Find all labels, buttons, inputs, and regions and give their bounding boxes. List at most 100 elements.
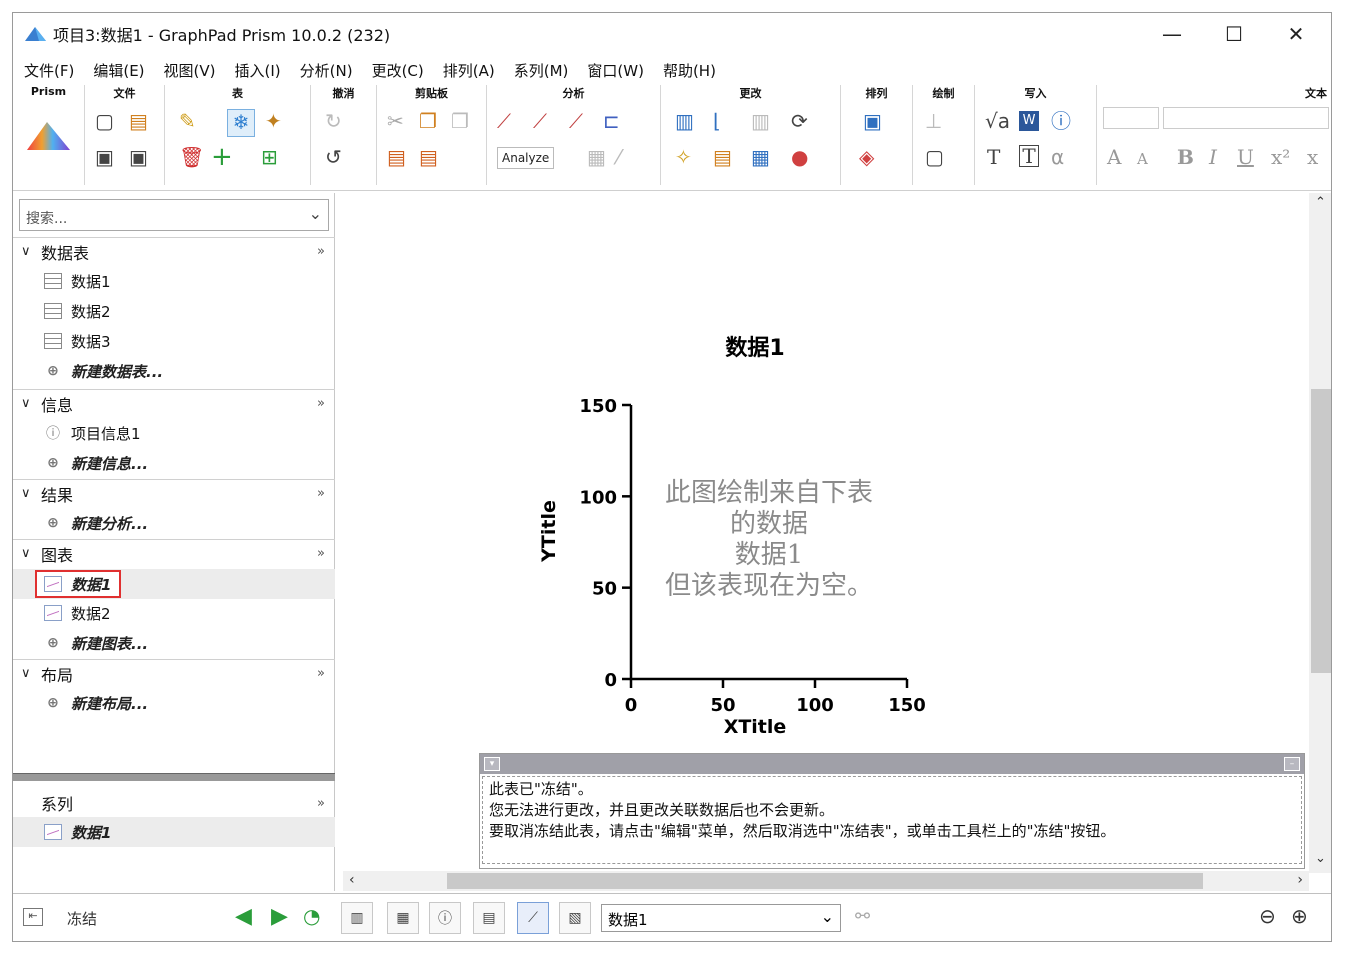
sheet-select[interactable]: 数据1 ⌄ xyxy=(601,904,841,932)
section-graphs[interactable]: ∨ 图表 » xyxy=(13,539,335,567)
section-info[interactable]: ∨ 信息 » xyxy=(13,389,335,417)
pane-splitter[interactable] xyxy=(13,773,335,781)
more-icon[interactable]: » xyxy=(317,546,325,561)
info-insert-icon[interactable]: ⓘ xyxy=(1051,109,1071,133)
menu-window[interactable]: 窗口(W) xyxy=(587,60,644,81)
line-draw-icon[interactable]: ⊥ xyxy=(925,109,942,133)
greek-icon[interactable]: α xyxy=(1051,145,1064,169)
chevron-down-icon[interactable]: ⌄ xyxy=(309,204,322,223)
menu-help[interactable]: 帮助(H) xyxy=(663,60,716,81)
font-grow-icon[interactable]: A xyxy=(1107,145,1121,169)
zoom-out-icon[interactable]: ⊖ xyxy=(1259,904,1276,928)
add-icon[interactable]: + xyxy=(211,144,233,170)
word-icon[interactable]: W xyxy=(1019,111,1039,131)
regression-icon[interactable]: ⟋ xyxy=(569,109,583,133)
undo-icon[interactable]: ↺ xyxy=(325,145,342,169)
copy-icon[interactable]: ❐ xyxy=(419,109,437,133)
color-scheme-icon[interactable]: ● xyxy=(791,145,808,169)
text-icon[interactable]: T xyxy=(987,145,1000,169)
scroll-right-icon[interactable]: › xyxy=(1297,872,1303,888)
more-icon[interactable]: » xyxy=(317,396,325,411)
open-file-icon[interactable]: ▤ xyxy=(129,109,148,133)
column-stats-icon[interactable]: ⊏ xyxy=(603,109,620,133)
xy-analysis-icon[interactable]: ⟋ xyxy=(497,109,511,133)
family-item-data1[interactable]: 数据1 xyxy=(43,818,111,846)
more-icon[interactable]: » xyxy=(317,666,325,681)
menu-edit[interactable]: 编辑(E) xyxy=(93,60,144,81)
bold-icon[interactable]: B xyxy=(1177,145,1194,169)
pin-icon[interactable]: ✦ xyxy=(265,109,282,133)
sheet-view-icon[interactable]: ▥ xyxy=(341,902,373,934)
menu-arrange[interactable]: 排列(A) xyxy=(443,60,495,81)
results-icon[interactable]: ▦ xyxy=(587,145,606,169)
nav-item-graph-data2[interactable]: 数据2 xyxy=(43,599,111,627)
align-icon[interactable]: ▣ xyxy=(863,109,882,133)
new-analysis-link[interactable]: ⊕ 新建分析... xyxy=(43,509,148,537)
more-icon[interactable]: » xyxy=(317,244,325,259)
nav-item-data3[interactable]: 数据3 xyxy=(43,327,111,355)
section-results[interactable]: ∨ 结果 » xyxy=(13,479,335,507)
paste-menu-icon[interactable]: ▤ xyxy=(419,145,438,169)
more-icon[interactable]: » xyxy=(317,486,325,501)
nav-item-data1[interactable]: 数据1 xyxy=(43,267,111,295)
nav-item-project-info[interactable]: ⓘ 项目信息1 xyxy=(43,419,141,447)
scroll-down-icon[interactable]: ⌄ xyxy=(1315,851,1326,866)
next-sheet-icon[interactable]: ▶ xyxy=(271,904,288,929)
nav-item-data2[interactable]: 数据2 xyxy=(43,297,111,325)
graph-type-icon[interactable]: ▦ xyxy=(751,145,770,169)
scroll-left-icon[interactable]: ‹ xyxy=(349,872,355,888)
format-axes-icon[interactable]: ⌊ xyxy=(713,109,721,133)
new-info-link[interactable]: ⊕ 新建信息... xyxy=(43,449,148,477)
underline-icon[interactable]: U xyxy=(1237,145,1254,169)
cut-icon[interactable]: ✂ xyxy=(387,109,404,133)
save-icon[interactable]: ▣ xyxy=(95,145,114,169)
magic-icon[interactable]: ✧ xyxy=(675,145,692,169)
menu-change[interactable]: 更改(C) xyxy=(372,60,424,81)
more-icon[interactable]: » xyxy=(317,796,325,811)
font-name-select[interactable] xyxy=(1163,107,1329,129)
text-box-icon[interactable]: T xyxy=(1019,145,1039,167)
results-view-icon[interactable]: ▤ xyxy=(473,902,505,934)
new-file-icon[interactable]: ▢ xyxy=(95,109,114,133)
minimize-button[interactable]: — xyxy=(1143,13,1201,55)
superscript-icon[interactable]: x² xyxy=(1271,145,1290,169)
prism-home-icon[interactable] xyxy=(27,121,71,151)
prev-sheet-icon[interactable]: ◀ xyxy=(235,904,252,929)
collapse-icon[interactable]: ∨ xyxy=(21,546,37,561)
menu-family[interactable]: 系列(M) xyxy=(514,60,569,81)
shape-icon[interactable]: ▢ xyxy=(925,145,944,169)
font-size-select[interactable] xyxy=(1103,107,1159,129)
horizontal-scrollbar[interactable]: ‹ › xyxy=(343,871,1309,891)
font-shrink-icon[interactable]: A xyxy=(1137,147,1148,171)
vertical-scroll-thumb[interactable] xyxy=(1311,389,1331,673)
data-table-view-icon[interactable]: ▦ xyxy=(387,902,419,934)
refresh-icon[interactable]: ⟳ xyxy=(791,109,808,133)
collapse-icon[interactable]: ∨ xyxy=(21,244,37,259)
chevron-down-icon[interactable]: ⌄ xyxy=(821,907,834,926)
paste-icon[interactable]: ▤ xyxy=(387,145,406,169)
format-graph-icon[interactable]: ▥ xyxy=(675,109,694,133)
layout-view-icon[interactable]: ▧ xyxy=(559,902,591,934)
close-button[interactable]: ✕ xyxy=(1267,13,1325,55)
graph-view-icon[interactable]: ⟋ xyxy=(517,902,549,934)
paste-special-icon[interactable]: ❐ xyxy=(451,109,469,133)
minimize-notice-icon[interactable]: – xyxy=(1284,757,1300,771)
zoom-in-icon[interactable]: ⊕ xyxy=(1291,904,1308,928)
layer-icon[interactable]: ◈ xyxy=(859,145,874,169)
maximize-button[interactable]: ☐ xyxy=(1205,13,1263,55)
analyze-button[interactable]: Analyze xyxy=(497,147,555,169)
menu-view[interactable]: 视图(V) xyxy=(164,60,216,81)
section-data-tables[interactable]: ∨ 数据表 » xyxy=(13,237,335,265)
collapse-icon[interactable]: ∨ xyxy=(21,396,37,411)
collapse-notice-icon[interactable]: ▾ xyxy=(484,757,500,771)
wand-icon[interactable]: ⁄ xyxy=(617,145,620,169)
highlight-icon[interactable]: ✎ xyxy=(179,109,196,133)
vertical-scrollbar[interactable]: ⌃ ⌄ xyxy=(1309,193,1331,873)
equation-icon[interactable]: √a xyxy=(985,109,1010,133)
italic-icon[interactable]: I xyxy=(1209,145,1217,169)
subscript-icon[interactable]: x xyxy=(1307,145,1318,169)
search-input[interactable]: 搜索... ⌄ xyxy=(19,199,329,231)
section-layouts[interactable]: ∨ 布局 » xyxy=(13,659,335,687)
nav-item-graph-data1[interactable]: 数据1 xyxy=(35,570,122,598)
delete-icon[interactable]: 🗑 xyxy=(179,145,204,169)
